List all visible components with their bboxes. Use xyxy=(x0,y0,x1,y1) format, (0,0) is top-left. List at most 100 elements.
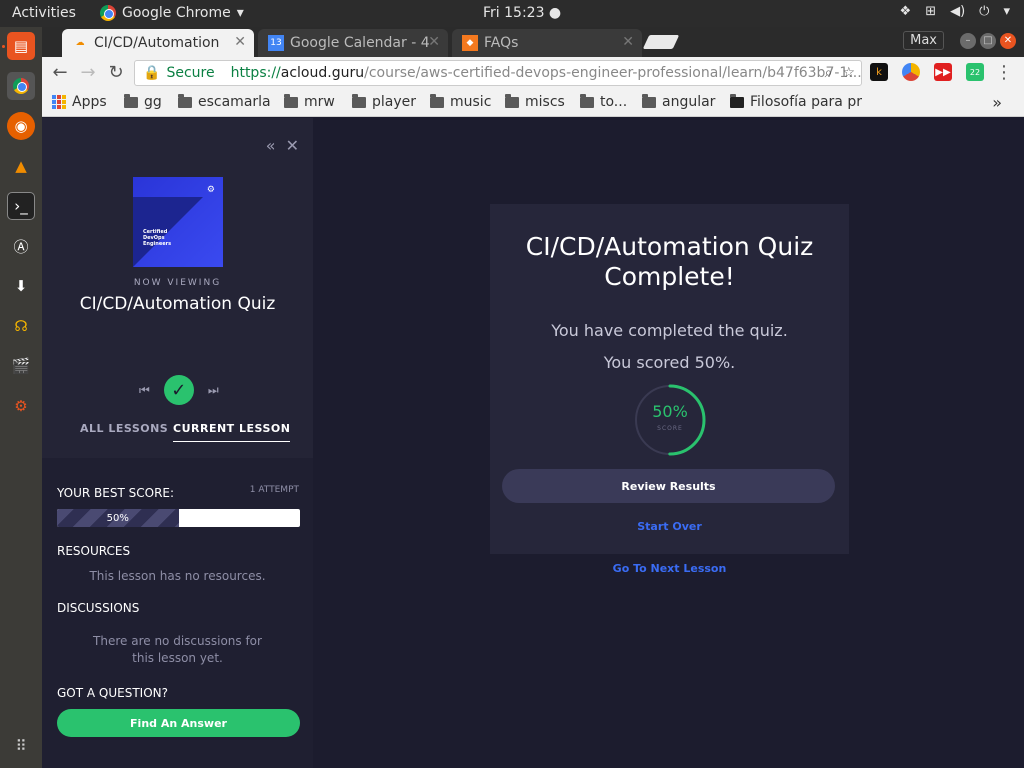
minimize-icon[interactable]: – xyxy=(960,32,976,49)
bookmark-label: mrw xyxy=(304,94,335,110)
new-tab-button[interactable] xyxy=(642,35,680,49)
calendar-icon: 13 xyxy=(268,35,284,51)
volume-icon[interactable]: ◀) xyxy=(950,4,965,19)
bookmark-apps[interactable]: Apps xyxy=(52,94,107,110)
tab-cicd[interactable]: ☁ CI/CD/Automation ✕ xyxy=(62,29,254,57)
review-results-button[interactable]: Review Results xyxy=(502,469,835,503)
extension-chart-icon[interactable] xyxy=(902,63,920,81)
start-over-link[interactable]: Start Over xyxy=(490,520,849,533)
lesson-title: CI/CD/Automation Quiz xyxy=(79,294,276,314)
network-icon[interactable]: ⊞ xyxy=(925,4,936,19)
tab-calendar[interactable]: 13 Google Calendar - 4 ✕ xyxy=(258,29,448,57)
url-path: /course/aws-certified-devops-engineer-pr… xyxy=(364,65,862,81)
firefox-icon[interactable]: ◉ xyxy=(7,112,35,140)
bookmark-folder[interactable]: angular xyxy=(642,93,716,110)
lesson-details: YOUR BEST SCORE: 1 ATTEMPT 50% RESOURCES… xyxy=(42,458,313,768)
check-icon[interactable]: ✓ xyxy=(163,375,194,405)
previous-lesson-icon[interactable]: ⏮ xyxy=(139,383,150,398)
page-content: « ✕ ⚙ Certified DevOps Engineers NOW VIE… xyxy=(42,118,1024,768)
bookmarks-bar: Apps gg escamarla mrw player music miscs… xyxy=(42,89,1024,117)
omnibox-actions: ⌕ ☆ xyxy=(825,65,855,81)
installer-icon[interactable]: ⬇ xyxy=(7,272,35,300)
close-icon[interactable]: ✕ xyxy=(286,136,299,155)
next-lesson-icon[interactable]: ⏭ xyxy=(208,383,219,398)
app-menu[interactable]: Google Chrome ▾ xyxy=(100,5,244,21)
chevron-down-icon[interactable]: ▾ xyxy=(1003,4,1010,19)
folder-icon xyxy=(580,93,594,108)
chrome-dock-icon[interactable] xyxy=(7,72,35,100)
tab-current-lesson[interactable]: CURRENT LESSON xyxy=(173,422,291,442)
zoom-icon[interactable]: ⌕ xyxy=(825,65,833,81)
folder-icon xyxy=(642,93,656,108)
maximize-icon[interactable]: □ xyxy=(980,32,996,49)
bookmark-label: Filosofía para pr xyxy=(750,94,862,110)
address-bar[interactable]: 🔒 Secure https:// acloud.guru /course/aw… xyxy=(134,60,862,86)
lesson-sidebar: « ✕ ⚙ Certified DevOps Engineers NOW VIE… xyxy=(42,118,313,768)
discussions-empty-line-1: There are no discussions for xyxy=(93,634,262,648)
cover-text: Certified DevOps Engineers xyxy=(143,229,172,247)
forward-icon[interactable]: → xyxy=(76,61,100,85)
apps-grid-icon xyxy=(52,95,66,109)
terminal-icon[interactable]: ›_ xyxy=(7,192,35,220)
close-icon[interactable]: ✕ xyxy=(234,34,246,50)
question-label: GOT A QUESTION? xyxy=(57,686,168,700)
browser-toolbar: ← → ↻ 🔒 Secure https:// acloud.guru /cou… xyxy=(42,57,1024,89)
result-title-line-1: CI/CD/Automation Quiz xyxy=(525,232,814,261)
collapse-icon[interactable]: « xyxy=(266,136,276,155)
menu-icon[interactable]: ⋮ xyxy=(992,61,1016,85)
bookmark-label: escamarla xyxy=(198,94,271,110)
video-editor-icon[interactable]: 🎬 xyxy=(7,352,35,380)
secure-label: Secure xyxy=(166,65,215,81)
extension-k-icon[interactable]: k xyxy=(870,63,888,81)
bookmark-folder[interactable]: miscs xyxy=(505,93,565,110)
launcher-dock: ▤ ◉ ▲ ›_ Ⓐ ⬇ ☊ 🎬 ⚙ ⠿ xyxy=(0,27,42,768)
bookmark-folder[interactable]: to... xyxy=(580,93,627,110)
bookmark-page[interactable]: Filosofía para pr xyxy=(730,94,910,110)
more-bookmarks-icon[interactable]: » xyxy=(992,93,1002,112)
max-label[interactable]: Max xyxy=(903,31,944,50)
find-answer-button[interactable]: Find An Answer xyxy=(57,709,300,737)
discussions-label: DISCUSSIONS xyxy=(57,601,140,615)
files-icon[interactable]: ▤ xyxy=(7,32,35,60)
course-cover-image: ⚙ Certified DevOps Engineers xyxy=(133,177,223,267)
bookmark-folder[interactable]: escamarla xyxy=(178,93,271,110)
close-icon[interactable]: ✕ xyxy=(428,34,440,50)
back-icon[interactable]: ← xyxy=(48,61,72,85)
page-thumbnail-icon xyxy=(730,94,744,108)
bookmark-label: angular xyxy=(662,94,716,110)
settings-icon[interactable]: ⚙ xyxy=(7,392,35,420)
extension-video-icon[interactable]: ▶▶ xyxy=(934,63,952,81)
show-apps-icon[interactable]: ⠿ xyxy=(7,732,35,760)
folder-icon xyxy=(124,93,138,108)
extension-shield-icon[interactable]: 22 xyxy=(966,63,984,81)
dropbox-icon[interactable]: ❖ xyxy=(900,4,912,19)
activities-button[interactable]: Activities xyxy=(12,5,76,21)
now-viewing-label: NOW VIEWING xyxy=(133,278,222,288)
ubuntu-top-bar: Activities Google Chrome ▾ Fri 15:23 ● ❖… xyxy=(0,0,1024,27)
attempt-count: 1 ATTEMPT xyxy=(249,485,299,495)
bookmark-folder[interactable]: gg xyxy=(124,93,162,110)
sidebar-controls: « ✕ xyxy=(266,136,299,155)
reload-icon[interactable]: ↻ xyxy=(104,61,128,85)
software-icon[interactable]: Ⓐ xyxy=(7,232,35,260)
running-indicator xyxy=(2,45,5,48)
close-icon[interactable]: ✕ xyxy=(622,34,634,50)
lock-icon: 🔒 xyxy=(143,65,161,81)
bookmark-folder[interactable]: music xyxy=(430,93,491,110)
best-score-bar: 50% xyxy=(57,509,300,527)
bookmark-star-icon[interactable]: ☆ xyxy=(842,65,855,81)
headphones-icon[interactable]: ☊ xyxy=(7,312,35,340)
power-icon[interactable]: ⏻ xyxy=(979,4,989,19)
bookmark-label: Apps xyxy=(72,94,107,110)
clock[interactable]: Fri 15:23 ● xyxy=(483,5,561,21)
bookmark-label: gg xyxy=(144,94,162,110)
bookmark-folder[interactable]: mrw xyxy=(284,93,335,110)
tab-all-lessons[interactable]: ALL LESSONS xyxy=(80,422,168,435)
discussions-empty-line-2: this lesson yet. xyxy=(132,651,223,665)
bookmark-folder[interactable]: player xyxy=(352,93,416,110)
result-title-line-2: Complete! xyxy=(604,262,735,291)
close-window-icon[interactable]: ✕ xyxy=(1000,32,1016,49)
vlc-icon[interactable]: ▲ xyxy=(7,152,35,180)
next-lesson-link[interactable]: Go To Next Lesson xyxy=(490,562,849,575)
tab-faqs[interactable]: ◆ FAQs ✕ xyxy=(452,29,642,57)
